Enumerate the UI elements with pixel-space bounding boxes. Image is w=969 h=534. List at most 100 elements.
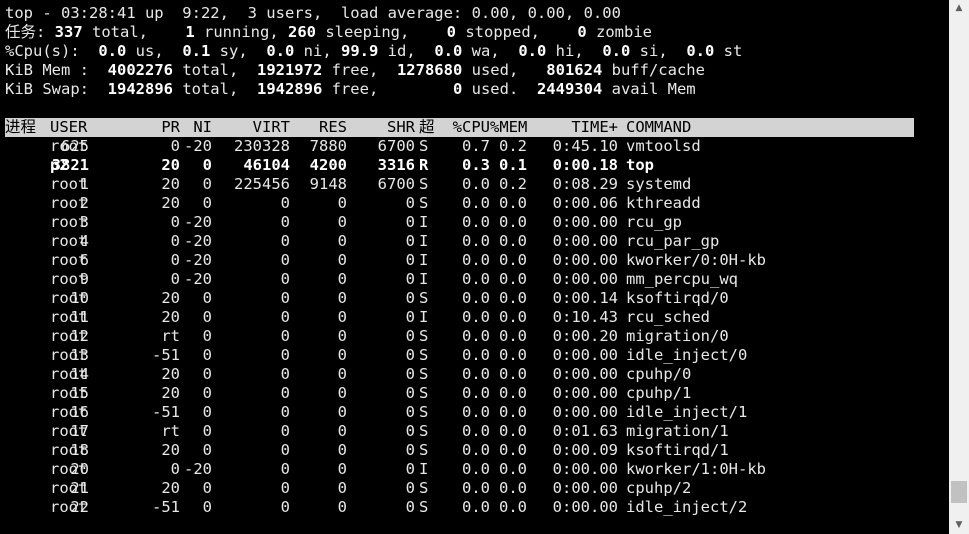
cpu-cell: 0.0 (462, 346, 490, 364)
virt-cell: 0 (280, 365, 290, 383)
scrollbar-thumb[interactable] (951, 481, 967, 503)
ni-cell: -20 (184, 270, 212, 288)
pr-cell: 20 (161, 365, 180, 383)
state-cell: S (419, 365, 429, 383)
time-cell: 0:00.00 (552, 384, 618, 402)
virt-cell: 0 (280, 270, 290, 288)
cpu-cell: 0.0 (462, 327, 490, 345)
table-row: 20 root 0 -20 0 0 0 I 0.0 0.0 0:00.00 kworker/1:0H-… (5, 460, 914, 479)
shr-cell: 0 (405, 384, 415, 402)
cpu-cell: 0.0 (462, 460, 490, 478)
res-cell: 0 (337, 460, 347, 478)
shr-cell: 0 (405, 479, 415, 497)
command-cell: rcu_gp (626, 213, 682, 231)
table-row: 2 root 20 0 0 0 0 S 0.0 0.0 0:00.06 kthreadd (5, 194, 914, 213)
ni-cell: -20 (184, 251, 212, 269)
pr-cell: 0 (170, 213, 180, 231)
cpu-si: 0.0 (602, 42, 631, 60)
cpu-cell: 0.7 (462, 137, 490, 155)
cpu-ni: 0.0 (266, 42, 295, 60)
swap-free: 1942896 (256, 80, 323, 98)
res-cell: 0 (337, 232, 347, 250)
mem-cell: 0.0 (499, 460, 527, 478)
shr-cell: 0 (405, 422, 415, 440)
time-cell: 0:00.00 (552, 365, 618, 383)
virt-cell: 230328 (234, 137, 290, 155)
tasks-stopped: 0 (446, 23, 456, 41)
state-cell: S (419, 175, 429, 193)
state-cell: S (419, 498, 429, 516)
cpu-cell: 0.0 (462, 479, 490, 497)
res-cell: 0 (337, 384, 347, 402)
table-row: 13 root -51 0 0 0 0 S 0.0 0.0 0:00.00 idle_inject/0 (5, 346, 914, 365)
shr-cell: 0 (405, 460, 415, 478)
pr-cell: 20 (161, 194, 180, 212)
user-cell: root (50, 175, 88, 193)
user-cell: root (50, 251, 88, 269)
shr-cell: 0 (405, 327, 415, 345)
time-cell: 0:00.00 (552, 403, 618, 421)
virt-cell: 0 (280, 403, 290, 421)
mem-free: 1921972 (256, 61, 323, 79)
mem-cell: 0.0 (499, 213, 527, 231)
time-cell: 0:00.20 (552, 327, 618, 345)
virt-cell: 0 (280, 213, 290, 231)
shr-cell: 0 (405, 270, 415, 288)
user-cell: root (50, 194, 88, 212)
state-cell: S (419, 479, 429, 497)
table-row: 21 root 20 0 0 0 0 S 0.0 0.0 0:00.00 cpuhp/2 (5, 479, 914, 498)
command-cell: systemd (626, 175, 692, 193)
shr-cell: 0 (405, 251, 415, 269)
state-cell: S (419, 422, 429, 440)
ni-cell: 0 (202, 194, 212, 212)
table-row: 10 root 20 0 0 0 0 S 0.0 0.0 0:00.14 ksoftirqd/0 (5, 289, 914, 308)
pr-cell: 20 (161, 289, 180, 307)
shr-cell: 3316 (377, 156, 415, 174)
command-cell: top (626, 156, 654, 174)
cpu-line: %Cpu(s): 0.0 us, 0.1 sy, 0.0 ni, 99.9 id… (5, 42, 743, 60)
swap-avail-mem: 2449304 (536, 80, 603, 98)
time-cell: 0:08.29 (552, 175, 618, 193)
mem-cell: 0.0 (499, 365, 527, 383)
cpu-cell: 0.0 (462, 384, 490, 402)
table-row: 6 root 0 -20 0 0 0 I 0.0 0.0 0:00.00 kworker/0:0H-k… (5, 251, 914, 270)
cpu-cell: 0.0 (462, 308, 490, 326)
ni-cell: 0 (202, 479, 212, 497)
swap-total: 1942896 (107, 80, 173, 98)
state-cell: I (419, 251, 429, 269)
res-cell: 9148 (309, 175, 347, 193)
res-cell: 0 (337, 422, 347, 440)
mem-cell: 0.0 (499, 232, 527, 250)
table-row: 15 root 20 0 0 0 0 S 0.0 0.0 0:00.00 cpuhp/1 (5, 384, 914, 403)
tasks-sleeping: 260 (288, 23, 316, 41)
user-cell: root (50, 232, 88, 250)
mem-line: KiB Mem : 4002276 total, 1921972 free, 1… (5, 61, 705, 79)
ni-cell: 0 (202, 156, 212, 174)
scroll-down-arrow-icon[interactable]: ▼ (949, 517, 969, 534)
state-cell: S (419, 441, 429, 459)
cpu-cell: 0.0 (462, 213, 490, 231)
state-cell: S (419, 346, 429, 364)
cpu-cell: 0.0 (462, 251, 490, 269)
table-row: 12 root rt 0 0 0 0 S 0.0 0.0 0:00.20 migration/0 (5, 327, 914, 346)
user-cell: root (50, 327, 88, 345)
pr-cell: 0 (170, 270, 180, 288)
res-cell: 0 (337, 213, 347, 231)
shr-cell: 0 (405, 346, 415, 364)
vertical-scrollbar[interactable]: ▲ ▼ (949, 0, 969, 534)
virt-cell: 0 (280, 479, 290, 497)
pr-cell: 0 (170, 232, 180, 250)
user-cell: root (50, 213, 88, 231)
terminal-window[interactable]: top - 03:28:41 up 9:22, 3 users, load av… (0, 0, 949, 534)
tasks-running: 1 (185, 23, 195, 41)
scroll-up-arrow-icon[interactable]: ▲ (949, 0, 969, 17)
ni-cell: 0 (202, 422, 212, 440)
command-cell: ksoftirqd/1 (626, 441, 729, 459)
process-table-header: 进程 USER PR NI VIRT RES SHR 超 %CPU %MEM T… (5, 118, 914, 137)
user-cell: root (50, 441, 88, 459)
shr-cell: 0 (405, 213, 415, 231)
state-cell: I (419, 213, 429, 231)
tasks-total: 337 (54, 23, 83, 41)
ni-cell: 0 (202, 289, 212, 307)
ni-cell: 0 (202, 384, 212, 402)
